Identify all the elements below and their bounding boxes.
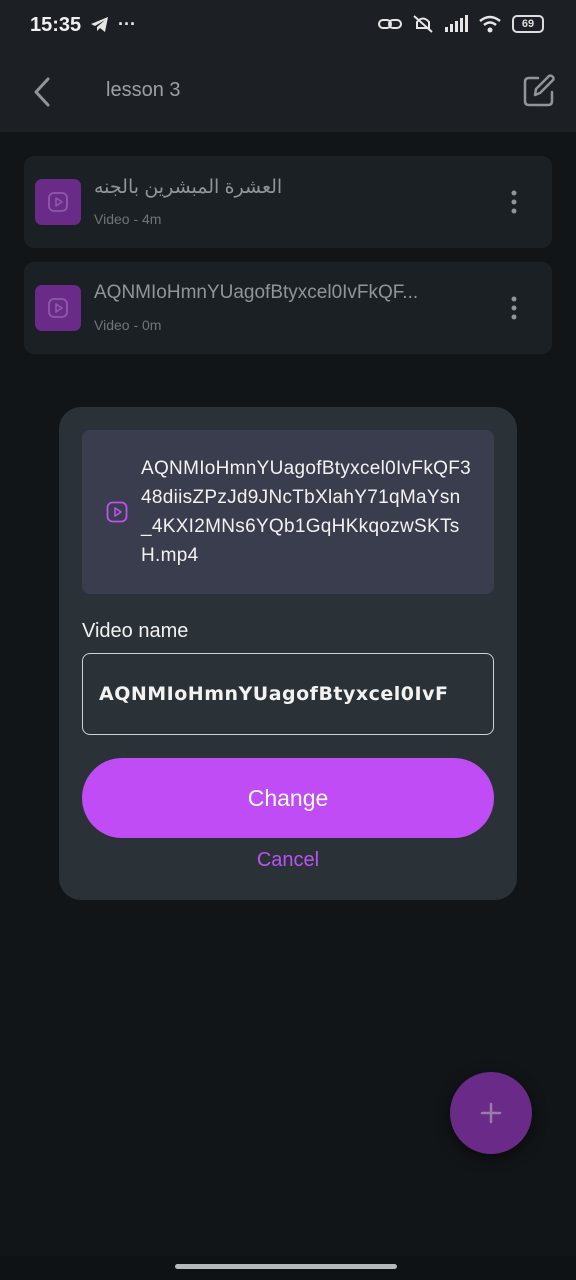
change-button[interactable]: Change [82,758,494,838]
link-icon [378,19,402,29]
video-thumbnail [35,179,81,225]
rename-video-dialog: AQNMIoHmnYUagofBtyxcel0IvFkQF348diisZPzJ… [59,407,517,900]
page-title: lesson 3 [106,79,181,101]
lesson-title: AQNMIoHmnYUagofBtyxcel0IvFkQF... [94,282,419,303]
telegram-icon [91,16,108,32]
back-arrow-icon[interactable] [28,74,56,110]
plus-icon [480,1102,502,1124]
lesson-subtitle: Video - 0m [94,317,162,333]
lesson-subtitle: Video - 4m [94,211,162,227]
file-name: AQNMIoHmnYUagofBtyxcel0IvFkQF348diisZPzJ… [141,458,471,566]
more-options-icon[interactable] [510,296,518,320]
battery-level: 69 [521,18,535,30]
app-bar: lesson 3 [0,56,576,132]
play-icon [48,298,68,318]
video-thumbnail [35,285,81,331]
status-bar: 15:35 ··· 69 [0,0,576,56]
signal-icon [445,15,468,32]
file-preview: AQNMIoHmnYUagofBtyxcel0IvFkQF348diisZPzJ… [82,430,494,594]
play-icon [48,192,68,212]
more-options-icon[interactable] [510,190,518,214]
home-gesture-handle[interactable] [175,1264,397,1269]
lesson-item[interactable]: العشرة المبشرين بالجنه Video - 4m [24,156,552,248]
status-time: 15:35 [30,14,82,36]
video-name-label: Video name [82,620,189,642]
cancel-button[interactable]: Cancel [59,849,517,872]
battery-icon: 69 [512,15,544,33]
system-nav-bar [0,1256,576,1280]
video-file-icon [106,501,128,523]
lesson-title: العشرة المبشرين بالجنه [94,177,283,198]
mute-icon [413,15,433,33]
wifi-icon [479,15,501,33]
edit-icon[interactable] [522,74,556,108]
more-notifications: ··· [118,14,136,34]
lesson-item[interactable]: AQNMIoHmnYUagofBtyxcel0IvFkQF... Video -… [24,262,552,354]
status-right-icons: 69 [378,14,544,34]
add-lesson-button[interactable] [450,1072,532,1154]
video-name-input[interactable] [82,653,494,735]
status-left-icons: ··· [90,14,136,35]
